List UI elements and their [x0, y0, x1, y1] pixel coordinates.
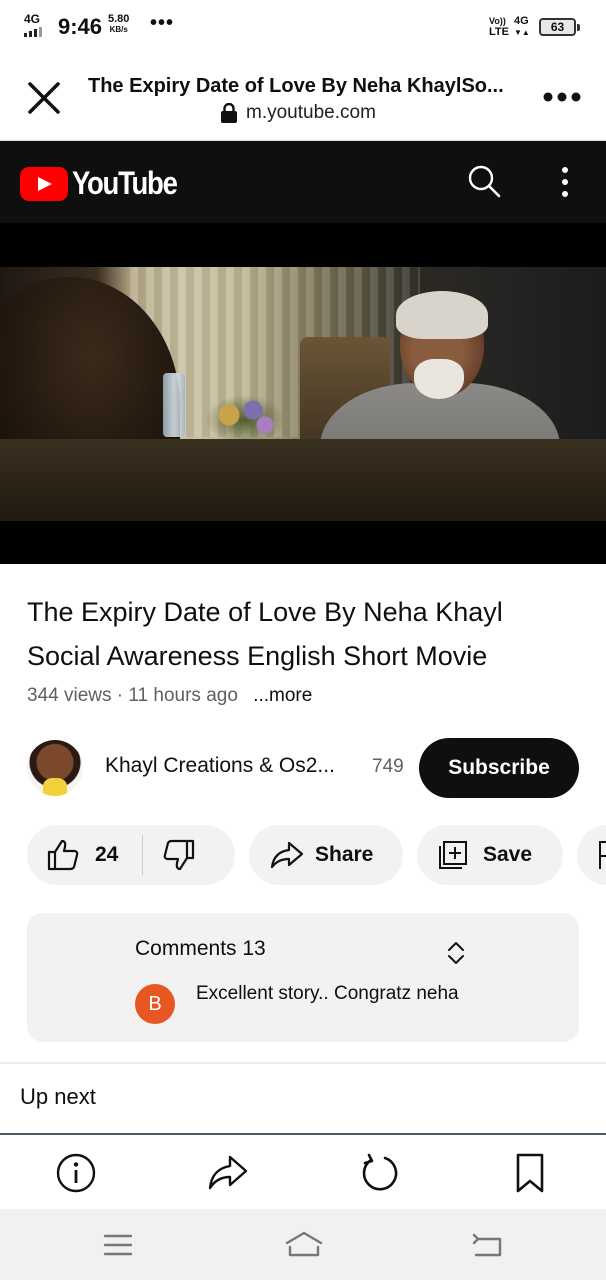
share-label: Share	[315, 843, 374, 866]
bookmark-icon[interactable]	[508, 1151, 552, 1195]
search-icon[interactable]	[466, 163, 502, 199]
share-page-icon[interactable]	[205, 1151, 249, 1195]
upload-age: 11 hours ago	[128, 685, 238, 706]
commenter-avatar: B	[135, 984, 175, 1024]
network-right-label: 4G	[514, 15, 529, 27]
expand-toggle-icon[interactable]	[445, 939, 467, 967]
notification-overflow-icon: •••	[150, 12, 175, 34]
comments-title: Comments 13	[135, 937, 266, 960]
status-bar: 4G 9:46 5.80 KB/s ••• Vo)) LTE 4G ▼▲ 63	[0, 0, 606, 54]
share-button[interactable]: Share	[249, 825, 403, 885]
more-link[interactable]: ...more	[253, 685, 312, 706]
comments-panel[interactable]: Comments 13 B Excellent story.. Congratz…	[27, 913, 579, 1042]
save-label: Save	[483, 843, 533, 866]
info-icon[interactable]	[54, 1151, 98, 1195]
kebab-menu-icon[interactable]	[555, 165, 575, 199]
video-frame	[0, 267, 606, 521]
dislike-icon[interactable]	[161, 837, 197, 873]
youtube-header: YouTube	[0, 141, 606, 223]
data-arrows-icon: ▼▲	[514, 28, 530, 37]
view-count: 344 views	[27, 685, 112, 706]
home-icon[interactable]	[284, 1229, 324, 1261]
up-next-heading: Up next	[20, 1084, 96, 1109]
subscriber-count: 749	[372, 756, 404, 777]
share-icon	[270, 841, 304, 869]
like-count[interactable]: 24	[95, 843, 118, 867]
reload-icon[interactable]	[357, 1151, 401, 1195]
subscribe-button[interactable]: Subscribe	[419, 738, 579, 798]
video-metadata[interactable]: 344 views · 11 hours ago ...more	[27, 685, 312, 707]
network-type: 4G	[24, 12, 41, 26]
url-display[interactable]: m.youtube.com	[220, 102, 376, 124]
youtube-play-icon	[20, 166, 68, 201]
net-speed-unit: KB/s	[109, 25, 128, 34]
battery-icon: 63	[539, 18, 580, 36]
net-speed: 5.80 KB/s	[108, 13, 130, 35]
net-speed-value: 5.80	[108, 13, 130, 25]
lte-label: LTE	[489, 26, 509, 38]
back-icon[interactable]	[470, 1229, 506, 1261]
like-dislike-pill: 24	[27, 825, 235, 885]
like-icon[interactable]	[45, 837, 81, 873]
action-bar: 24 Share Save	[27, 825, 606, 885]
channel-avatar[interactable]	[27, 740, 83, 796]
lock-icon	[221, 103, 237, 123]
video-title[interactable]: The Expiry Date of Love By Neha Khayl S…	[27, 590, 579, 678]
channel-name[interactable]: Khayl Creations & Os2...	[105, 754, 335, 778]
like-divider	[142, 835, 144, 875]
youtube-wordmark: YouTube	[72, 165, 178, 201]
page-title: The Expiry Date of Love By Neha KhaylSo…	[88, 75, 504, 97]
top-comment-text: Excellent story.. Congratz neha	[196, 983, 459, 1004]
clock: 9:46	[58, 14, 103, 39]
browser-toolbar	[0, 1135, 606, 1209]
more-actions-button[interactable]	[577, 825, 606, 885]
flag-icon	[599, 841, 606, 869]
meta-separator: ·	[116, 685, 124, 706]
recent-apps-icon[interactable]	[100, 1229, 136, 1261]
system-nav-bar	[0, 1209, 606, 1280]
more-options-icon[interactable]	[540, 86, 584, 108]
save-playlist-icon	[439, 841, 467, 869]
video-player[interactable]	[0, 223, 606, 564]
save-button[interactable]: Save	[417, 825, 563, 885]
browser-header: The Expiry Date of Love By Neha KhaylSo…	[0, 54, 606, 141]
network-type-right: 4G ▼▲	[514, 16, 530, 38]
youtube-logo[interactable]: YouTube	[20, 165, 194, 202]
channel-row: Khayl Creations & Os2... 749 Subscribe	[27, 738, 579, 798]
url-text: m.youtube.com	[246, 102, 376, 123]
close-icon[interactable]	[24, 78, 64, 118]
section-divider	[0, 1062, 606, 1064]
volte-indicator: Vo)) LTE	[489, 16, 509, 38]
signal-icon	[24, 27, 42, 37]
